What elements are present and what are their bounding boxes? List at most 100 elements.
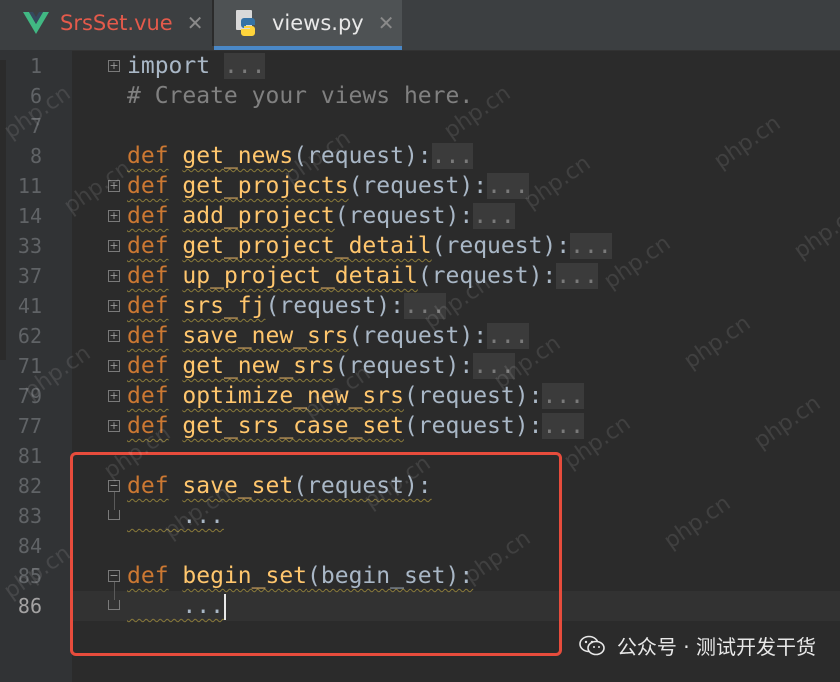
fold-expand-icon[interactable]: + [108,270,120,282]
code-line-def[interactable]: def up_project_detail(request):... [127,261,598,291]
vue-icon [22,9,50,37]
function-name: get_new_srs [182,353,335,379]
function-args: (request): [403,383,543,409]
folded-region[interactable]: ... [570,233,612,259]
folded-region[interactable]: ... [403,293,446,319]
line-number: 85 [17,564,42,588]
function-name: srs_fj [182,293,266,319]
fold-expand-icon[interactable]: + [108,210,120,222]
tab-views-py[interactable]: views.py ✕ [214,0,402,50]
tab-label: SrsSet.vue [60,11,173,35]
line-number: 1 [29,54,42,78]
code-line-def[interactable]: def get_srs_case_set(request):... [127,411,584,441]
function-name: save_new_srs [182,323,349,349]
code-line-def[interactable]: def get_news(request):... [127,141,474,171]
code-line-def[interactable]: def get_new_srs(request):... [127,351,515,381]
code-line-import[interactable]: import ... [127,51,266,81]
code-line-def[interactable]: def add_project(request):... [127,201,515,231]
watermark: php.cn [659,490,736,555]
function-args: (request): [348,323,488,349]
watermark: php.cn [679,310,756,375]
function-name: get_projects [182,173,349,199]
fold-expand-icon[interactable]: + [108,300,120,312]
code-line-def[interactable]: def optimize_new_srs(request):... [127,381,584,411]
tab-srsset-vue[interactable]: SrsSet.vue ✕ [0,0,212,46]
watermark: php.cn [519,150,596,215]
watermark: php.cn [709,110,786,175]
function-args: (request): [403,413,543,439]
fold-expand-icon[interactable]: + [108,330,120,342]
function-name: get_news [182,143,294,169]
line-number: 77 [17,414,42,438]
watermark: php.cn [749,390,826,455]
line-number: 33 [17,234,42,258]
code-line-def[interactable]: def save_new_srs(request):... [127,321,529,351]
line-number: 41 [17,294,42,318]
line-number: 81 [17,444,42,468]
def-keyword: def [127,413,169,439]
function-name: up_project_detail [182,263,418,289]
function-args: (request): [334,353,474,379]
code-comment: # Create your views here. [127,83,474,109]
python-icon [234,9,262,37]
wechat-account-label: 公众号 · 测试开发干货 [616,635,816,659]
fold-expand-icon[interactable]: + [108,240,120,252]
tab-label: views.py [272,11,364,35]
function-args: (request): [431,233,571,259]
folded-region[interactable]: ... [556,263,598,289]
fold-expand-icon[interactable]: + [108,420,120,432]
fold-expand-icon[interactable]: + [108,390,120,402]
fold-expand-icon[interactable]: + [108,180,120,192]
import-statement: import [127,53,224,79]
editor-tab-bar: SrsSet.vue ✕ views.py ✕ [0,0,840,51]
def-keyword: def [127,293,169,319]
def-keyword: def [127,143,169,169]
folded-region[interactable]: ... [542,413,584,439]
line-number: 83 [17,504,42,528]
line-number: 7 [29,114,42,138]
folded-region[interactable]: ... [487,173,529,199]
line-number: 71 [17,354,42,378]
code-line-comment[interactable]: # Create your views here. [127,81,473,111]
function-args: (request): [293,143,432,169]
def-keyword: def [127,203,169,229]
function-name: get_project_detail [182,233,432,259]
close-icon[interactable]: ✕ [187,11,204,35]
line-number: 14 [17,204,42,228]
line-number: 11 [17,174,42,198]
line-number: 8 [29,144,42,168]
fold-expand-icon[interactable]: + [108,60,120,72]
def-keyword: def [127,323,169,349]
function-name: get_srs_case_set [182,413,404,439]
line-number: 37 [17,264,42,288]
line-number: 6 [29,84,42,108]
folded-region[interactable]: ... [473,353,515,379]
code-line-def[interactable]: def get_project_detail(request):... [127,231,612,261]
fold-expand-icon[interactable]: + [108,360,120,372]
code-line-def[interactable]: def get_projects(request):... [127,171,529,201]
folded-region[interactable]: ... [473,203,515,229]
def-keyword: def [127,233,169,259]
folded-region[interactable]: ... [431,143,474,169]
line-number-current: 86 [17,594,42,618]
ide-window: SrsSet.vue ✕ views.py ✕ 1 6 7 8 11 14 33… [0,0,840,682]
function-name: optimize_new_srs [182,383,404,409]
close-icon[interactable]: ✕ [378,11,395,35]
watermark: php.cn [789,200,840,265]
function-args: (request): [417,263,557,289]
folded-region[interactable]: ... [223,53,266,79]
folded-region[interactable]: ... [487,323,529,349]
function-args: (request): [265,293,404,319]
function-args: (request): [334,203,474,229]
def-keyword: def [127,383,169,409]
function-args: (request): [348,173,488,199]
line-number: 79 [17,384,42,408]
highlight-annotation-box [70,452,562,656]
def-keyword: def [127,173,169,199]
line-number: 84 [17,534,42,558]
line-number: 62 [17,324,42,348]
folded-region[interactable]: ... [542,383,584,409]
def-keyword: def [127,353,169,379]
code-line-def[interactable]: def srs_fj(request):... [127,291,446,321]
def-keyword: def [127,263,169,289]
